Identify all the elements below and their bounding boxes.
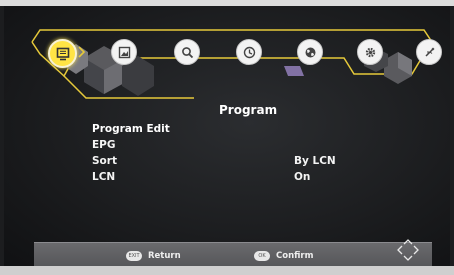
tab-language[interactable] xyxy=(297,39,323,65)
confirm-hint[interactable]: OK Confirm xyxy=(254,251,313,261)
tab-usb[interactable] xyxy=(416,39,442,65)
globe-icon xyxy=(305,47,315,57)
menu-item-lcn[interactable]: LCN xyxy=(92,171,115,183)
menu-item-sort[interactable]: Sort xyxy=(92,155,117,167)
usb-icon xyxy=(424,47,434,57)
tv-icon xyxy=(56,47,69,60)
tab-time[interactable] xyxy=(236,39,262,65)
picture-icon xyxy=(118,46,130,58)
footer-bar: EXIT Return OK Confirm xyxy=(34,242,432,266)
page-title: Program xyxy=(219,103,278,117)
active-tab-arrow-icon xyxy=(78,46,86,58)
tv-bezel-bottom xyxy=(0,266,454,275)
search-icon xyxy=(181,46,193,58)
tab-system[interactable] xyxy=(357,39,383,65)
ok-key-icon: OK xyxy=(254,251,270,261)
sort-value[interactable]: By LCN xyxy=(294,155,336,167)
tab-program[interactable] xyxy=(48,39,77,68)
clock-icon xyxy=(243,46,255,58)
tv-screen: Program Program Edit EPG Sort By LCN LCN… xyxy=(4,6,450,266)
confirm-label: Confirm xyxy=(276,251,314,261)
menu-item-program-edit[interactable]: Program Edit xyxy=(92,123,170,135)
navigation-arrows-icon xyxy=(397,239,419,261)
exit-key-icon: EXIT xyxy=(126,251,142,261)
tab-search[interactable] xyxy=(174,39,200,65)
menu-item-epg[interactable]: EPG xyxy=(92,139,116,151)
return-label: Return xyxy=(148,251,181,261)
gear-icon xyxy=(365,47,375,57)
return-hint[interactable]: EXIT Return xyxy=(126,251,181,261)
tab-picture[interactable] xyxy=(111,39,137,65)
lcn-value[interactable]: On xyxy=(294,171,310,183)
